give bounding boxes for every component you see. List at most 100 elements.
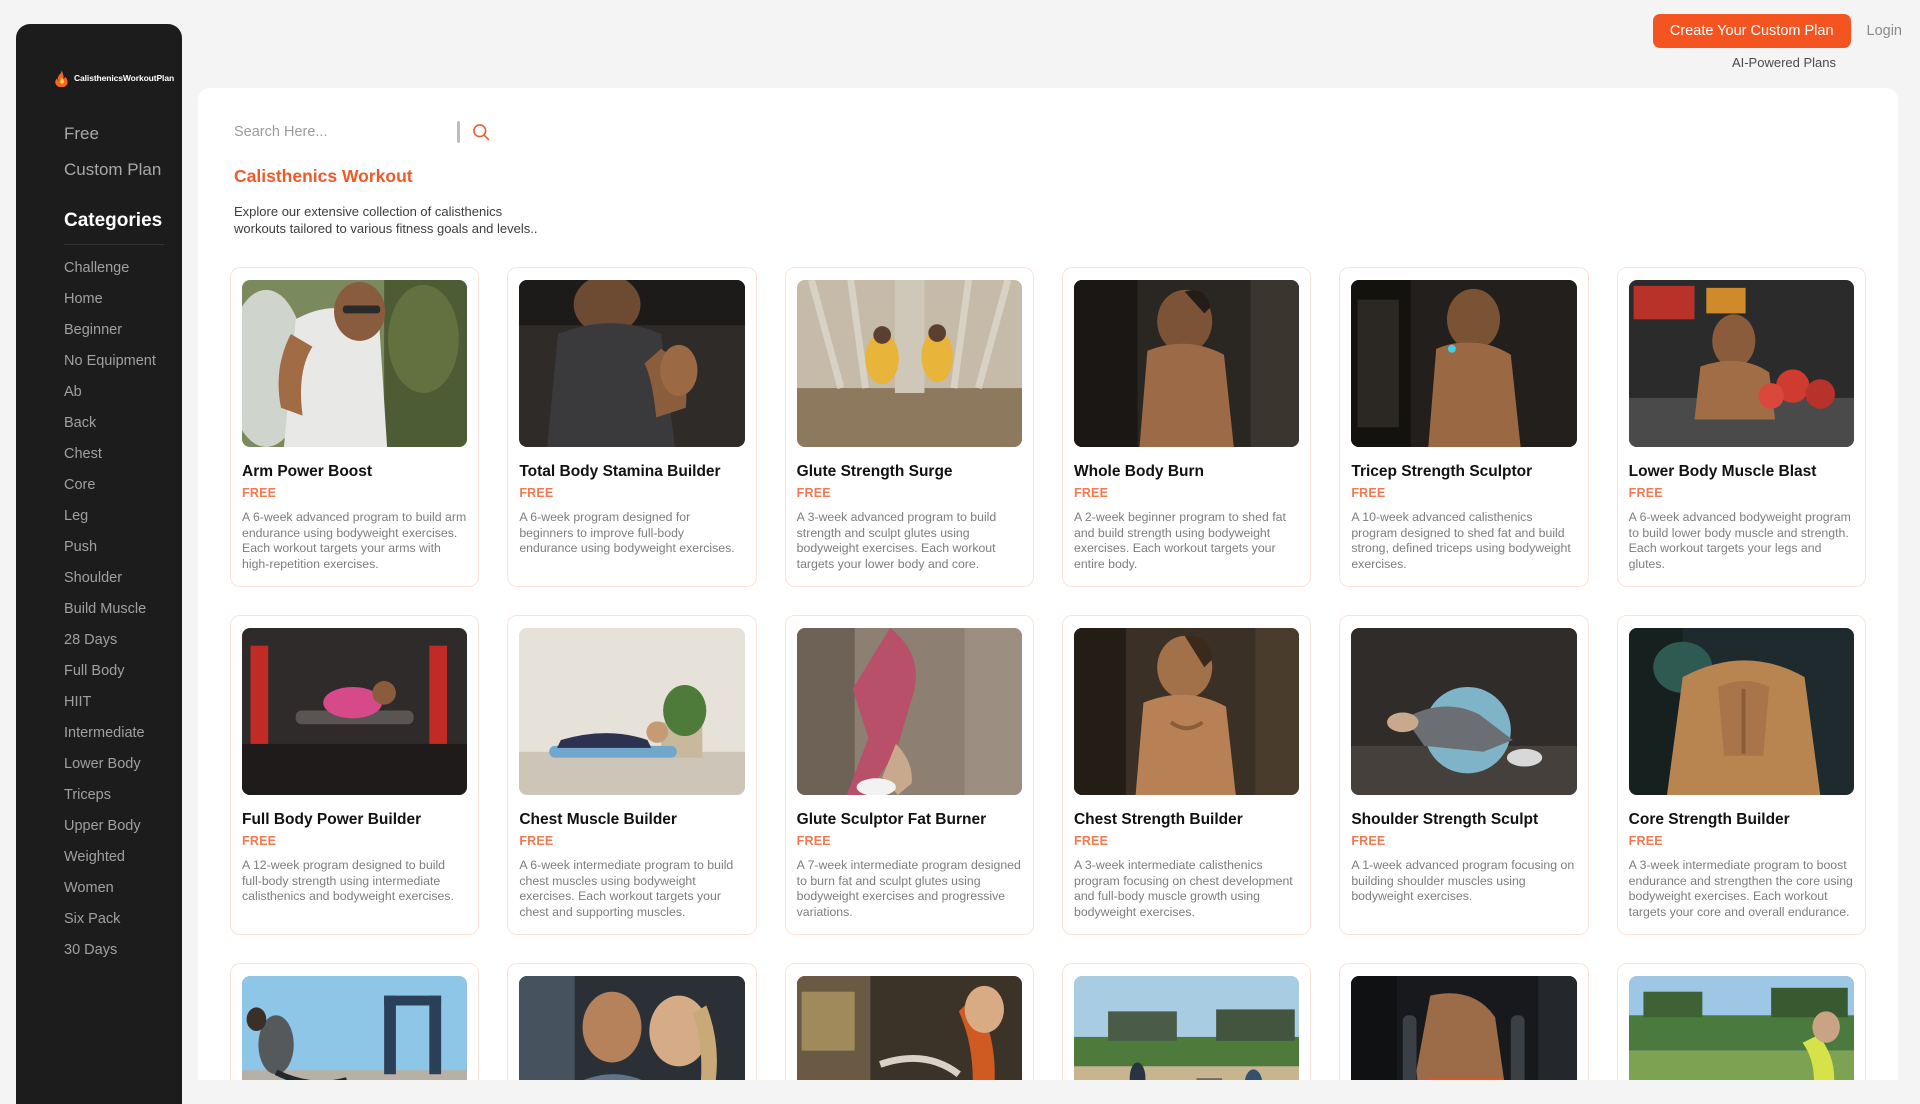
workout-card-title: Lower Body Muscle Blast [1628,463,1817,480]
workout-card-image [796,628,1022,795]
workout-card-image [796,976,1022,1080]
workout-card-title: Chest Strength Builder [1073,811,1243,828]
header-action-row: Create Your Custom Plan Login [1652,14,1902,48]
sidebar-item-28-days[interactable]: 28 Days [16,625,182,656]
workout-card-image [1073,280,1300,447]
workout-card-description: A 7-week intermediate program designed t… [796,858,1021,919]
workout-card-price: FREE [242,834,277,848]
sidebar-item-women[interactable]: Women [16,873,182,904]
top-header: Create Your Custom Plan Login AI-Powered… [182,0,1920,88]
sidebar-item-back[interactable]: Back [16,408,182,439]
page-title: Calisthenics Workout [234,166,413,186]
workout-card[interactable]: Chest Strength Builder FREE A 3-week int… [1061,615,1312,935]
workout-card-price: FREE [796,486,831,500]
search-input[interactable] [234,124,457,140]
workout-card-image [1351,976,1577,1080]
workout-card-title: Chest Muscle Builder [519,811,677,828]
workout-card-price: FREE [1351,834,1386,848]
workout-card[interactable] [507,963,757,1080]
categories-heading: Categories [64,210,163,231]
workout-card-image [1628,628,1854,795]
workout-card-image [1628,280,1854,447]
main-panel: Calisthenics Workout Explore our extensi… [198,88,1898,1080]
workout-card[interactable]: Arm Power Boost FREE A 6-week advanced p… [230,267,480,587]
workout-card[interactable] [1616,963,1866,1080]
login-link[interactable]: Login [1867,23,1902,39]
workout-card-image [519,280,745,447]
workout-card-description: A 12-week program designed to build full… [242,858,454,903]
workout-card-image [242,280,468,447]
category-nav: Challenge Home Beginner No Equipment Ab … [16,253,182,966]
search-icon[interactable] [468,119,494,145]
sidebar-item-30-days[interactable]: 30 Days [16,935,182,966]
create-custom-plan-button[interactable]: Create Your Custom Plan [1652,14,1851,48]
sidebar-item-weighted[interactable]: Weighted [16,842,182,873]
workout-card[interactable] [784,963,1034,1080]
workout-card[interactable] [1061,963,1312,1080]
sidebar-item-full-body[interactable]: Full Body [16,656,182,687]
sidebar-item-free[interactable]: Free [16,116,182,152]
workout-card-title: Tricep Strength Sculptor [1351,463,1533,480]
sidebar-item-chest[interactable]: Chest [16,439,182,470]
workout-card[interactable]: Whole Body Burn FREE A 2-week beginner p… [1061,267,1312,587]
sidebar-item-upper-body[interactable]: Upper Body [16,811,182,842]
workout-card-price: FREE [1351,486,1386,500]
workout-card-description: A 3-week advanced program to build stren… [796,510,997,571]
workout-card[interactable] [230,963,480,1080]
sidebar-item-leg[interactable]: Leg [16,501,182,532]
workout-card-title: Core Strength Builder [1628,811,1790,828]
workout-card-image [1351,628,1577,795]
sidebar-item-hiit[interactable]: HIIT [16,687,182,718]
workout-card-price: FREE [1628,486,1663,500]
sidebar-item-lower-body[interactable]: Lower Body [16,749,182,780]
sidebar-item-core[interactable]: Core [16,470,182,501]
logo-text: CalisthenicsWorkoutPlan [74,73,175,83]
sidebar-item-intermediate[interactable]: Intermediate [16,718,182,749]
workout-card-image [519,976,745,1080]
workout-card-image [796,280,1022,447]
workout-card[interactable]: Shoulder Strength Sculpt FREE A 1-week a… [1339,615,1589,935]
sidebar-item-shoulder[interactable]: Shoulder [16,563,182,594]
workout-card-title: Full Body Power Builder [242,811,422,828]
workout-card[interactable]: Glute Sculptor Fat Burner FREE A 7-week … [784,615,1034,935]
sidebar-item-build-muscle[interactable]: Build Muscle [16,594,182,625]
workout-card[interactable]: Tricep Strength Sculptor FREE A 10-week … [1339,267,1589,587]
workout-card[interactable]: Core Strength Builder FREE A 3-week inte… [1616,615,1866,935]
workout-card-price: FREE [796,834,831,848]
workout-card-description: A 3-week intermediate program to boost e… [1628,858,1853,919]
workout-card[interactable] [1339,963,1589,1080]
header-actions: Create Your Custom Plan Login AI-Powered… [1652,14,1902,70]
workout-card[interactable]: Total Body Stamina Builder FREE A 6-week… [507,267,757,587]
workout-card[interactable]: Chest Muscle Builder FREE A 6-week inter… [507,615,757,935]
search-bar [234,110,494,154]
sidebar-item-no-equipment[interactable]: No Equipment [16,346,182,377]
workout-card-price: FREE [1073,486,1109,500]
logo[interactable]: CalisthenicsWorkoutPlan [16,66,182,90]
sidebar-item-beginner[interactable]: Beginner [16,315,182,346]
workout-card-title: Shoulder Strength Sculpt [1351,811,1539,828]
search-divider [457,121,460,143]
sidebar-item-custom-plan[interactable]: Custom Plan [16,152,182,188]
page-description: Explore our extensive collection of cali… [234,204,538,236]
workout-card-description: A 3-week intermediate calisthenics progr… [1073,858,1293,919]
workout-card-image [1628,976,1854,1080]
sidebar-item-six-pack[interactable]: Six Pack [16,904,182,935]
workout-card-price: FREE [519,486,554,500]
workout-card-image [242,628,468,795]
sidebar-item-ab[interactable]: Ab [16,377,182,408]
ai-powered-plans-label: AI-Powered Plans [1731,55,1836,70]
sidebar-item-challenge[interactable]: Challenge [16,253,182,284]
workout-card[interactable]: Glute Strength Surge FREE A 3-week advan… [784,267,1034,587]
workout-card[interactable]: Full Body Power Builder FREE A 12-week p… [230,615,480,935]
workout-card-description: A 6-week program designed for beginners … [519,510,735,555]
workout-card[interactable]: Lower Body Muscle Blast FREE A 6-week ad… [1616,267,1866,587]
sidebar-item-home[interactable]: Home [16,284,182,315]
workout-card-description: A 6-week advanced bodyweight program to … [1628,510,1851,571]
workout-card-title: Total Body Stamina Builder [519,463,721,480]
workout-card-description: A 2-week beginner program to shed fat an… [1073,510,1286,571]
sidebar-item-triceps[interactable]: Triceps [16,780,182,811]
workout-card-description: A 6-week intermediate program to build c… [519,858,734,919]
workout-card-price: FREE [519,834,554,848]
workout-card-price: FREE [1073,834,1109,848]
sidebar-item-push[interactable]: Push [16,532,182,563]
